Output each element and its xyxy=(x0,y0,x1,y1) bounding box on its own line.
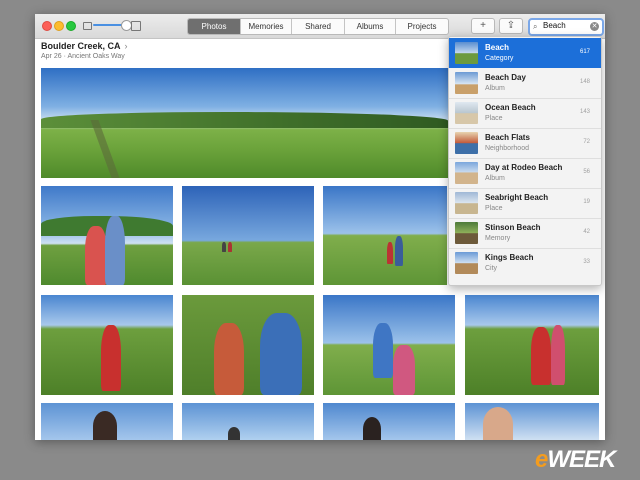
result-type: Album xyxy=(485,85,505,92)
location-title[interactable]: Boulder Creek, CA › xyxy=(41,41,128,51)
result-thumbnail xyxy=(455,42,478,64)
result-count: 56 xyxy=(583,169,590,175)
photo-row3-2[interactable] xyxy=(182,403,314,440)
result-count: 148 xyxy=(579,79,590,85)
zoom-in-icon[interactable] xyxy=(131,21,141,31)
result-thumbnail xyxy=(455,252,478,274)
result-type: Memory xyxy=(485,235,511,242)
search-result-item[interactable]: Beach Flats Neighborhood 72 xyxy=(449,128,601,159)
person xyxy=(93,411,117,440)
search-result-item[interactable]: Beach Day Album 148 xyxy=(449,68,601,99)
search-value[interactable]: Beach xyxy=(543,21,566,30)
person-man xyxy=(105,216,125,285)
person xyxy=(395,236,403,266)
person xyxy=(101,325,121,391)
person-woman xyxy=(85,226,107,285)
person xyxy=(228,427,240,440)
search-result-item[interactable]: Stinson Beach Memory 42 xyxy=(449,218,601,249)
photo-kids-backpacks[interactable] xyxy=(182,295,314,395)
result-thumbnail xyxy=(455,162,478,184)
photo-two-girls[interactable] xyxy=(465,295,599,395)
person xyxy=(373,323,393,378)
result-title: Beach xyxy=(485,43,510,52)
tab-shared[interactable]: Shared xyxy=(291,19,344,34)
person xyxy=(214,323,244,395)
person xyxy=(363,417,381,440)
result-type: Place xyxy=(485,205,503,212)
minimize-window-button[interactable] xyxy=(54,21,64,31)
photo-panorama[interactable] xyxy=(41,68,448,178)
person xyxy=(260,313,302,395)
result-title: Beach Flats xyxy=(485,133,530,142)
person xyxy=(222,242,226,252)
person xyxy=(551,325,565,385)
photo-girl-red-vest[interactable] xyxy=(41,295,173,395)
search-result-item[interactable]: Day at Rodeo Beach Album 56 xyxy=(449,158,601,189)
result-thumbnail xyxy=(455,192,478,214)
result-count: 72 xyxy=(583,139,590,145)
result-title: Seabright Beach xyxy=(485,193,549,202)
photo-hikers-hill[interactable] xyxy=(182,186,314,285)
result-count: 143 xyxy=(579,109,590,115)
search-results-dropdown: Beach Category 617 Beach Day Album 148 O… xyxy=(448,36,602,286)
tab-memories[interactable]: Memories xyxy=(240,19,291,34)
chevron-right-icon: › xyxy=(124,41,128,51)
search-result-item[interactable]: Kings Beach City 33 xyxy=(449,248,601,278)
result-count: 617 xyxy=(579,49,590,55)
location-title-text: Boulder Creek, CA xyxy=(41,41,121,51)
add-button[interactable]: + xyxy=(471,18,495,34)
tab-photos[interactable]: Photos xyxy=(188,19,240,34)
person xyxy=(228,242,232,252)
search-result-item[interactable]: Seabright Beach Place 19 xyxy=(449,188,601,219)
treeline xyxy=(41,112,448,128)
tab-projects[interactable]: Projects xyxy=(395,19,448,34)
person xyxy=(531,327,551,385)
person xyxy=(387,242,393,264)
trail xyxy=(90,120,120,178)
result-type: Category xyxy=(485,55,514,62)
eweek-logo-text: WEEK xyxy=(547,446,616,473)
result-title: Beach Day xyxy=(485,73,526,82)
result-type: Neighborhood xyxy=(485,145,529,152)
photo-row3-1[interactable] xyxy=(41,403,173,440)
result-thumbnail xyxy=(455,72,478,94)
result-count: 19 xyxy=(583,199,590,205)
close-window-button[interactable] xyxy=(42,21,52,31)
clear-search-icon[interactable]: ✕ xyxy=(590,22,599,31)
photo-girls-walking[interactable] xyxy=(323,295,455,395)
search-icon: ⌕ xyxy=(533,22,538,31)
search-result-item[interactable]: Beach Category 617 xyxy=(449,38,601,68)
photos-window: Photos Memories Shared Albums Projects +… xyxy=(35,14,605,440)
result-type: Place xyxy=(485,115,503,122)
result-type: City xyxy=(485,265,498,272)
person xyxy=(483,407,513,440)
search-input[interactable]: ⌕ Beach ✕ xyxy=(528,18,604,36)
photo-row3-3[interactable] xyxy=(323,403,455,440)
eweek-logo: eWEEK xyxy=(535,446,616,474)
result-thumbnail xyxy=(455,132,478,154)
result-count: 33 xyxy=(583,259,590,265)
photo-couple[interactable] xyxy=(41,186,173,285)
fullscreen-window-button[interactable] xyxy=(66,21,76,31)
photo-row3-4[interactable] xyxy=(465,403,599,440)
search-result-item[interactable]: Ocean Beach Place 143 xyxy=(449,98,601,129)
person xyxy=(393,345,415,395)
result-thumbnail xyxy=(455,222,478,244)
result-title: Kings Beach xyxy=(485,253,534,262)
location-subtitle: Apr 26 · Ancient Oaks Way xyxy=(41,53,125,60)
result-title: Day at Rodeo Beach xyxy=(485,163,563,172)
zoom-out-icon[interactable] xyxy=(83,22,92,30)
result-type: Album xyxy=(485,175,505,182)
result-title: Ocean Beach xyxy=(485,103,536,112)
result-count: 42 xyxy=(583,229,590,235)
tab-albums[interactable]: Albums xyxy=(344,19,395,34)
eweek-logo-e: e xyxy=(535,446,548,473)
result-thumbnail xyxy=(455,102,478,124)
photo-family-walk[interactable] xyxy=(323,186,447,285)
result-title: Stinson Beach xyxy=(485,223,541,232)
share-button[interactable]: ⇪ xyxy=(499,18,523,34)
view-tabs: Photos Memories Shared Albums Projects xyxy=(187,18,449,35)
